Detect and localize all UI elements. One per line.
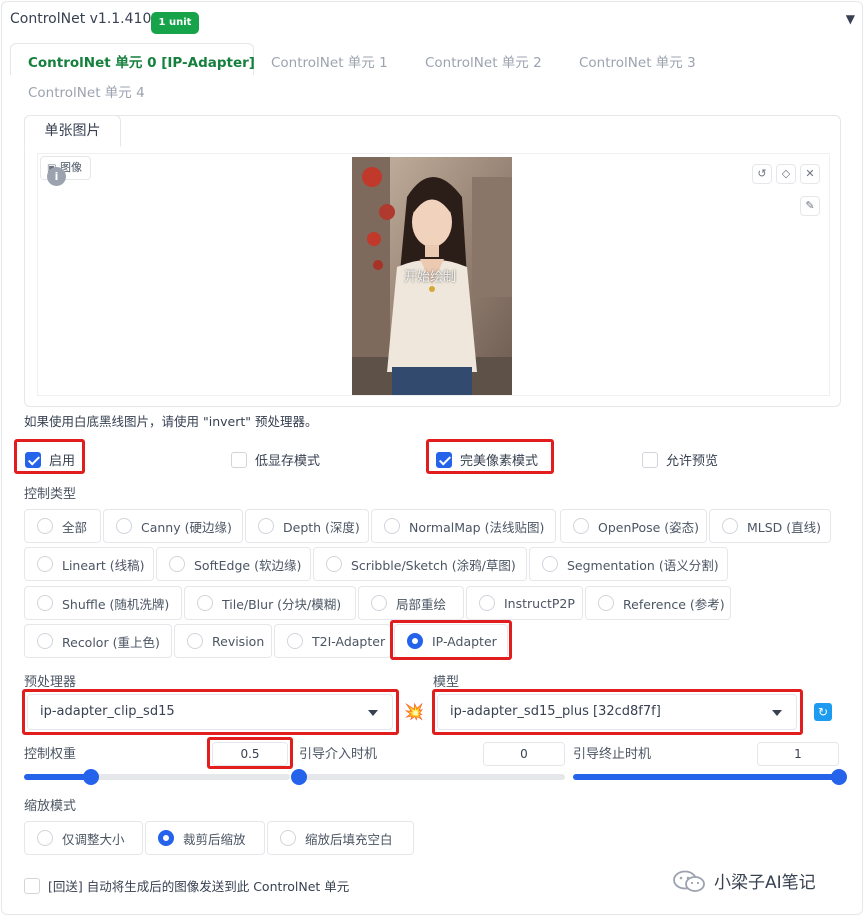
loopback-checkbox[interactable]: [回送] 自动将生成后的图像发送到此 ControlNet 单元 — [24, 876, 349, 895]
radio-dot — [573, 518, 589, 534]
slider-handle[interactable] — [291, 769, 307, 785]
control-type-inpaint[interactable]: 局部重绘 — [358, 586, 464, 620]
control-type-openpose[interactable]: OpenPose (姿态) — [560, 509, 707, 543]
control-type-t2i-adapter[interactable]: T2I-Adapter — [274, 624, 391, 658]
highlight-model — [432, 689, 803, 735]
radio-dot — [197, 595, 213, 611]
checkbox-mark — [231, 451, 247, 468]
control-type-tile-blur[interactable]: Tile/Blur (分块/模糊) — [184, 586, 356, 620]
control-type-recolor[interactable]: Recolor (重上色) — [24, 624, 172, 658]
invert-hint: 如果使用白底黑线图片，请使用 "invert" 预处理器。 — [24, 414, 318, 429]
radio-dot — [116, 518, 132, 534]
undo-icon[interactable]: ↺ — [752, 164, 772, 184]
control-type-segmentation[interactable]: Segmentation (语义分割) — [529, 547, 728, 581]
start-drawing-label: 开始绘制 — [404, 270, 457, 285]
highlight-preprocessor — [22, 689, 399, 735]
control-type-softedge[interactable]: SoftEdge (软边缘) — [156, 547, 311, 581]
radio-dot — [37, 830, 53, 846]
radio-dot — [722, 518, 738, 534]
control-type-reference[interactable]: Reference (参考) — [585, 586, 731, 620]
end-input[interactable]: 1 — [757, 742, 839, 766]
resize-mode-label: 缩放模式 — [24, 799, 77, 814]
radio-dot — [326, 556, 342, 572]
control-type-depth[interactable]: Depth (深度) — [245, 509, 369, 543]
radio-dot — [371, 595, 387, 611]
watermark: 小梁子AI笔记 — [672, 868, 816, 893]
tab-single-image[interactable]: 单张图片 — [24, 115, 121, 147]
checkbox-mark — [24, 877, 40, 894]
control-type-instructp2p[interactable]: InstructP2P — [466, 586, 583, 620]
radio-dot — [384, 518, 400, 534]
resize-just-resize[interactable]: 仅调整大小 — [24, 821, 143, 855]
radio-dot — [542, 556, 558, 572]
end-label: 引导终止时机 — [573, 747, 652, 762]
run-preprocessor-icon[interactable]: 💥 — [404, 702, 424, 721]
brush-icon[interactable]: ✎ — [800, 196, 820, 216]
control-type-scribble[interactable]: Scribble/Sketch (涂鸦/草图) — [313, 547, 527, 581]
tab-unit-3[interactable]: ControlNet 单元 3 — [579, 51, 696, 71]
eraser-icon[interactable]: ◇ — [776, 164, 796, 184]
radio-dot — [169, 556, 185, 572]
info-icon[interactable]: i — [47, 167, 66, 186]
start-label: 引导介入时机 — [299, 747, 378, 762]
low-vram-checkbox[interactable]: 低显存模式 — [231, 450, 320, 469]
radio-dot — [479, 595, 495, 611]
start-input[interactable]: 0 — [483, 742, 565, 766]
radio-dot — [37, 595, 53, 611]
radio-dot — [598, 595, 614, 611]
control-type-label: 控制类型 — [24, 487, 77, 502]
control-type-all[interactable]: 全部 — [24, 509, 101, 543]
radio-dot — [158, 830, 174, 846]
wechat-icon — [673, 870, 705, 892]
weight-label: 控制权重 — [24, 747, 77, 762]
radio-dot — [280, 830, 296, 846]
unit-badge: 1 unit — [151, 12, 199, 34]
slider-handle[interactable] — [82, 769, 99, 785]
slider-fill — [24, 774, 91, 780]
control-type-canny[interactable]: Canny (硬边缘) — [103, 509, 243, 543]
checkbox-mark — [642, 451, 658, 468]
radio-dot — [258, 518, 274, 534]
collapse-icon[interactable]: ▼ — [846, 12, 855, 26]
highlight-weight — [207, 737, 293, 769]
control-type-lineart[interactable]: Lineart (线稿) — [24, 547, 154, 581]
control-type-revision[interactable]: Revision — [174, 624, 272, 658]
highlight-ip-adapter — [390, 620, 512, 660]
resize-crop-and-resize[interactable]: 裁剪后缩放 — [145, 821, 265, 855]
model-label: 模型 — [433, 675, 460, 690]
highlight-pixel-perfect — [426, 439, 554, 474]
slider-handle[interactable] — [831, 769, 847, 785]
tab-unit-0[interactable]: ControlNet 单元 0 [IP-Adapter] — [28, 51, 255, 71]
start-slider[interactable] — [291, 769, 565, 785]
tab-unit-4[interactable]: ControlNet 单元 4 — [28, 81, 145, 101]
panel-title: ControlNet v1.1.410 — [10, 11, 152, 27]
end-slider[interactable] — [573, 769, 847, 785]
radio-dot — [37, 556, 53, 572]
allow-preview-checkbox[interactable]: 允许预览 — [642, 450, 718, 469]
control-type-mlsd[interactable]: MLSD (直线) — [709, 509, 831, 543]
control-type-normalmap[interactable]: NormalMap (法线贴图) — [371, 509, 556, 543]
refresh-icon[interactable]: ↻ — [814, 703, 832, 721]
highlight-enable — [14, 439, 85, 474]
control-type-shuffle[interactable]: Shuffle (随机洗牌) — [24, 586, 182, 620]
resize-and-fill[interactable]: 缩放后填充空白 — [267, 821, 414, 855]
close-icon[interactable]: ✕ — [800, 164, 820, 184]
radio-dot — [37, 518, 53, 534]
weight-slider[interactable] — [24, 769, 290, 785]
tab-unit-1[interactable]: ControlNet 单元 1 — [271, 51, 388, 71]
slider-fill — [573, 774, 839, 780]
radio-dot — [37, 633, 53, 649]
tab-unit-2[interactable]: ControlNet 单元 2 — [425, 51, 542, 71]
radio-dot — [187, 633, 203, 649]
preprocessor-label: 预处理器 — [24, 675, 77, 690]
radio-dot — [287, 633, 303, 649]
